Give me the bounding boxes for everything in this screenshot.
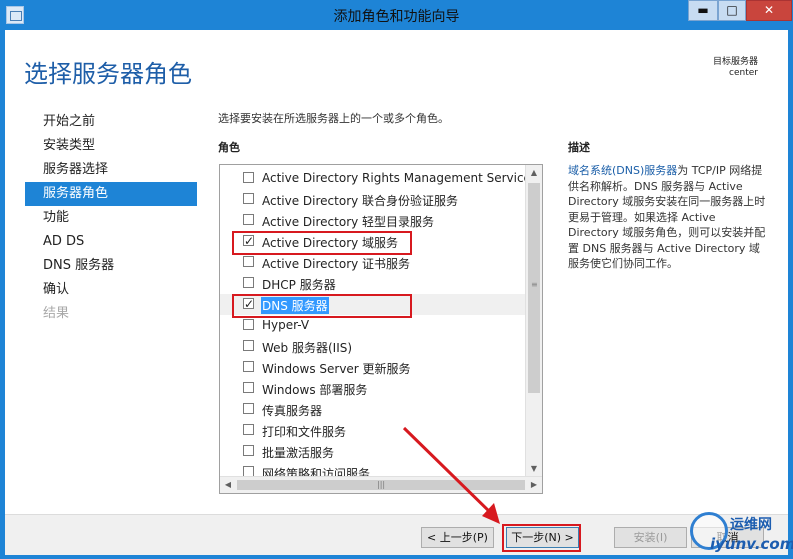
roles-header: 角色	[218, 141, 240, 154]
vertical-scrollbar[interactable]: ▲ ≡ ▼	[525, 165, 542, 477]
role-row[interactable]: DHCP 服务器	[220, 273, 526, 294]
grip-icon: ≡	[531, 280, 538, 289]
role-label: 打印和文件服务	[262, 425, 347, 439]
role-checkbox[interactable]	[243, 403, 254, 414]
role-row[interactable]: Windows Server 更新服务	[220, 357, 526, 378]
install-button[interactable]: 安装(I)	[614, 527, 687, 548]
title-bar[interactable]: 添加角色和功能向导 ▬ □ ✕	[0, 0, 793, 30]
role-row[interactable]: Active Directory 域服务	[220, 231, 526, 252]
wizard-nav: 开始之前 安装类型 服务器选择 服务器角色 功能 AD DS DNS 服务器 确认结果	[25, 110, 197, 326]
target-server-label: 目标服务器	[712, 57, 758, 67]
horizontal-scrollbar[interactable]: ◀ ||| ▶	[220, 476, 542, 493]
scroll-thumb[interactable]: ≡	[528, 183, 540, 393]
nav-item[interactable]: 确认	[25, 278, 197, 302]
role-label: Active Directory 证书服务	[262, 257, 411, 271]
role-checkbox[interactable]	[243, 319, 254, 330]
scroll-right-icon[interactable]: ▶	[526, 477, 542, 493]
role-description: 域名系统(DNS)服务器为 TCP/IP 网络提供名称解析。DNS 服务器与 A…	[568, 163, 768, 272]
role-label: Active Directory 轻型目录服务	[262, 215, 435, 229]
role-checkbox[interactable]	[243, 235, 254, 246]
role-label: Windows 部署服务	[262, 383, 368, 397]
role-row[interactable]: Web 服务器(IIS)	[220, 336, 526, 357]
role-label: DNS 服务器	[261, 297, 329, 314]
close-button[interactable]: ✕	[746, 0, 792, 21]
role-row[interactable]: 打印和文件服务	[220, 420, 526, 441]
minimize-button[interactable]: ▬	[688, 0, 718, 21]
role-checkbox[interactable]	[243, 172, 254, 183]
nav-item[interactable]: AD DS	[25, 230, 197, 254]
instruction-text: 选择要安装在所选服务器上的一个或多个角色。	[218, 112, 449, 125]
window-title: 添加角色和功能向导	[333, 9, 460, 25]
description-header: 描述	[568, 141, 590, 154]
role-row[interactable]: Active Directory 轻型目录服务	[220, 210, 526, 231]
role-checkbox[interactable]	[243, 424, 254, 435]
nav-item: 结果	[43, 306, 70, 321]
scroll-up-icon[interactable]: ▲	[526, 165, 542, 181]
scroll-left-icon[interactable]: ◀	[220, 477, 236, 493]
role-checkbox[interactable]	[243, 340, 254, 351]
role-checkbox[interactable]	[243, 277, 254, 288]
roles-list: Active Directory Rights Management Servi…	[220, 168, 537, 483]
target-server-value: center	[729, 68, 758, 78]
role-label: Windows Server 更新服务	[262, 362, 411, 376]
nav-item[interactable]: 功能	[25, 206, 197, 230]
role-label: Active Directory Rights Management Servi…	[262, 171, 538, 185]
previous-button[interactable]: < 上一步(P)	[421, 527, 494, 548]
role-checkbox[interactable]	[243, 256, 254, 267]
nav-item[interactable]: 服务器角色	[25, 182, 197, 206]
description-link[interactable]: 域名系统(DNS)服务器	[568, 164, 677, 177]
role-row[interactable]: 传真服务器	[220, 399, 526, 420]
role-label: 批量激活服务	[262, 446, 335, 460]
wizard-footer: < 上一步(P) 下一步(N) > 安装(I) 取消	[5, 514, 788, 555]
wizard-window: 添加角色和功能向导 ▬ □ ✕ 选择服务器角色 目标服务器 center 开始之…	[0, 0, 793, 559]
role-label: Active Directory 域服务	[262, 236, 399, 250]
hgrip-icon: |||	[377, 480, 386, 489]
watermark-url: iyunv.com	[710, 535, 793, 553]
description-body: 为 TCP/IP 网络提供名称解析。DNS 服务器与 Active Direct…	[568, 164, 766, 270]
scroll-down-icon[interactable]: ▼	[526, 461, 542, 477]
role-checkbox[interactable]	[243, 214, 254, 225]
role-checkbox[interactable]	[243, 445, 254, 456]
page-title: 选择服务器角色	[24, 60, 192, 88]
role-row[interactable]: Active Directory Rights Management Servi…	[220, 168, 537, 189]
role-row[interactable]: Windows 部署服务	[220, 378, 526, 399]
role-row[interactable]: Active Directory 联合身份验证服务	[220, 189, 526, 210]
role-row[interactable]: 批量激活服务	[220, 441, 526, 462]
nav-item[interactable]: 安装类型	[25, 134, 197, 158]
role-row[interactable]: DNS 服务器	[220, 294, 526, 315]
role-label: 传真服务器	[262, 404, 323, 418]
role-checkbox[interactable]	[243, 382, 254, 393]
hscroll-thumb[interactable]: |||	[237, 480, 525, 490]
roles-listbox[interactable]: Active Directory Rights Management Servi…	[219, 164, 543, 494]
role-checkbox[interactable]	[243, 193, 254, 204]
wizard-client-area: 选择服务器角色 目标服务器 center 开始之前 安装类型 服务器选择 服务器角色功…	[5, 30, 788, 555]
role-label: Hyper-V	[262, 318, 310, 332]
nav-item[interactable]: 开始之前	[25, 110, 197, 134]
nav-item[interactable]: DNS 服务器	[25, 254, 197, 278]
maximize-button[interactable]: □	[718, 0, 746, 21]
role-row[interactable]: Active Directory 证书服务	[220, 252, 526, 273]
role-label: Active Directory 联合身份验证服务	[262, 194, 459, 208]
role-label: DHCP 服务器	[262, 278, 336, 292]
role-row[interactable]: Hyper-V	[220, 315, 526, 336]
role-label: Web 服务器(IIS)	[262, 341, 353, 355]
role-checkbox[interactable]	[243, 298, 254, 309]
role-checkbox[interactable]	[243, 361, 254, 372]
watermark-text: 运维网	[730, 517, 772, 533]
next-button[interactable]: 下一步(N) >	[506, 527, 579, 548]
nav-item[interactable]: 服务器选择	[25, 158, 197, 182]
